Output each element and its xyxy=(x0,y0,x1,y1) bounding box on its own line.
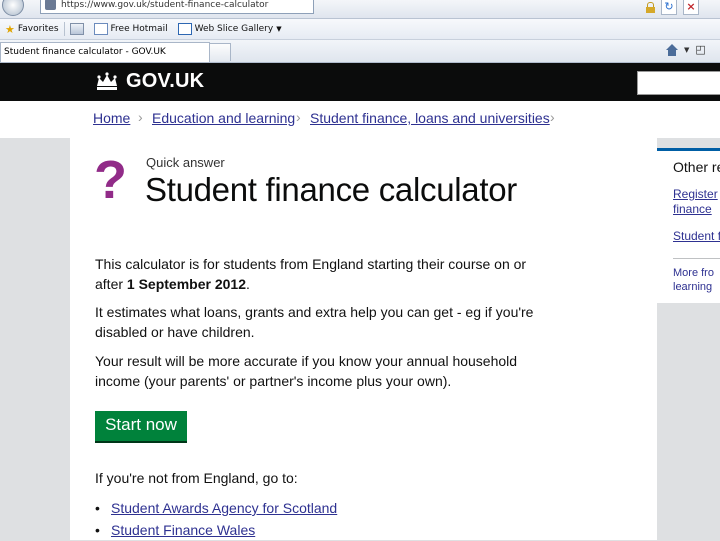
external-links-list: Student Awards Agency for Scotland Stude… xyxy=(95,497,337,541)
favorites-item-web-slice[interactable]: Web Slice Gallery ▼ xyxy=(173,23,287,35)
add-favorite-icon xyxy=(69,23,84,35)
search-input[interactable] xyxy=(637,71,720,95)
home-icon[interactable] xyxy=(666,43,678,56)
link-saas[interactable]: Student Awards Agency for Scotland xyxy=(111,500,337,516)
chevron-down-icon: ▼ xyxy=(276,25,282,33)
site-header: GOV.UK xyxy=(0,63,720,101)
refresh-icon[interactable]: ↻ xyxy=(661,0,677,15)
related-more-line1[interactable]: More fro xyxy=(673,266,714,280)
related-link-register[interactable]: Register xyxy=(673,187,718,202)
related-link-student-finance[interactable]: Student f xyxy=(673,229,720,244)
chevron-down-icon[interactable]: ▼ xyxy=(684,46,689,54)
favorites-button[interactable]: ★ Favorites xyxy=(0,23,64,36)
breadcrumb: Home › Education and learning › Student … xyxy=(0,101,720,139)
tab-row: Student finance calculator - GOV.UK ▼ ◰ xyxy=(0,40,720,63)
breadcrumb-home[interactable]: Home xyxy=(93,110,130,126)
favorites-item-add[interactable] xyxy=(65,23,89,35)
question-mark-icon: ? xyxy=(94,150,127,210)
site-icon xyxy=(45,0,56,10)
tab-title: Student finance calculator - GOV.UK xyxy=(4,47,166,57)
list-item: Student Awards Agency for Scotland xyxy=(95,497,337,519)
favorites-label: Favorites xyxy=(17,24,59,34)
site-logo[interactable]: GOV.UK xyxy=(126,70,204,93)
back-button[interactable] xyxy=(2,0,24,16)
intro-paragraph: This calculator is for students from Eng… xyxy=(95,255,555,294)
browser-tab[interactable]: Student finance calculator - GOV.UK xyxy=(0,42,210,62)
browser-address-row: https://www.gov.uk/student-finance-calcu… xyxy=(0,0,720,19)
chevron-right-icon: › xyxy=(550,109,555,125)
chevron-right-icon: › xyxy=(138,109,143,125)
feeds-icon[interactable]: ◰ xyxy=(695,43,705,56)
list-item: Student Finance Wales xyxy=(95,519,337,541)
crown-icon xyxy=(97,72,117,90)
intro-end: . xyxy=(245,275,250,292)
accuracy-paragraph: Your result will be more accurate if you… xyxy=(95,353,518,389)
link-student-finance-wales[interactable]: Student Finance Wales xyxy=(111,522,255,538)
address-bar[interactable]: https://www.gov.uk/student-finance-calcu… xyxy=(40,0,314,14)
related-title: Other re xyxy=(673,159,720,175)
page-label: Quick answer xyxy=(146,155,225,170)
hotmail-icon xyxy=(93,23,108,35)
breadcrumb-education[interactable]: Education and learning xyxy=(152,110,295,126)
lock-icon[interactable] xyxy=(646,2,655,13)
start-now-button[interactable]: Start now xyxy=(95,411,187,443)
divider xyxy=(673,258,720,259)
web-slice-icon xyxy=(177,23,192,35)
page-title: Student finance calculator xyxy=(145,171,517,208)
address-text: https://www.gov.uk/student-finance-calcu… xyxy=(61,0,269,10)
intro-date: 1 September 2012 xyxy=(126,275,246,292)
new-tab-button[interactable] xyxy=(209,43,231,61)
breadcrumb-student-finance[interactable]: Student finance, loans and universities xyxy=(310,110,550,126)
related-more-line2[interactable]: learning xyxy=(673,280,712,294)
stop-icon[interactable]: × xyxy=(683,0,699,15)
related-sidebar: Other re Register finance Student f More… xyxy=(657,148,720,303)
estimate-paragraph: It estimates what loans, grants and extr… xyxy=(95,304,534,340)
chevron-right-icon: › xyxy=(296,109,301,125)
related-link-register-cont[interactable]: finance xyxy=(673,202,712,217)
main-content: ? Quick answer Student finance calculato… xyxy=(70,138,657,541)
star-icon: ★ xyxy=(5,22,15,36)
favorites-bar: ★ Favorites Free Hotmail Web Slice Galle… xyxy=(0,19,720,40)
favorites-item-label: Free Hotmail xyxy=(110,24,168,34)
not-england-text: If you're not from England, go to: xyxy=(95,470,298,486)
favorites-item-label: Web Slice Gallery xyxy=(194,24,274,34)
favorites-item-hotmail[interactable]: Free Hotmail xyxy=(89,23,173,35)
